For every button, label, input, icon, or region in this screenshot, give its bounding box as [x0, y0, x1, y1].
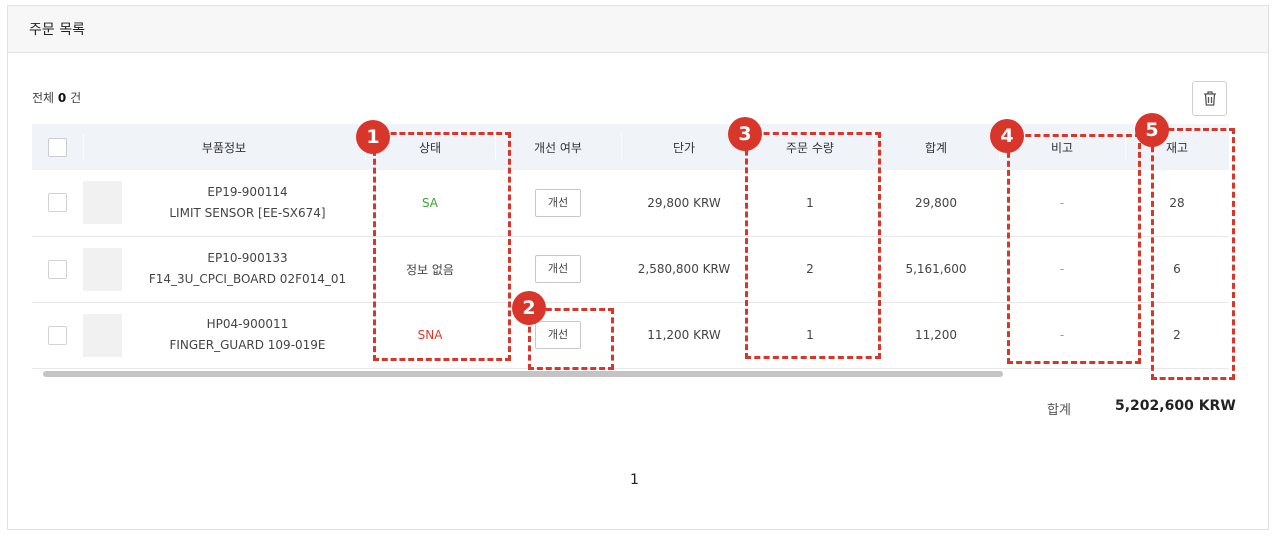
total-suffix: 건 — [70, 91, 82, 105]
grand-total-value: 5,202,600 KRW — [1115, 398, 1236, 414]
row-checkbox[interactable] — [48, 325, 67, 345]
part-name: LIMIT SENSOR [EE-SX674] — [169, 205, 326, 220]
part-thumbnail — [83, 313, 122, 357]
annotation-box-stock — [1151, 128, 1235, 380]
header-part-info: 부품정보 — [83, 124, 365, 170]
part-thumbnail — [83, 247, 122, 291]
annotation-badge-5: 5 — [1135, 113, 1169, 147]
annotation-box-order-qty — [745, 132, 881, 359]
improve-button[interactable]: 개선 — [535, 255, 581, 283]
row-checkbox[interactable] — [48, 259, 67, 279]
unit-price-cell: 11,200 KRW — [621, 302, 747, 369]
horizontal-scrollbar[interactable] — [43, 371, 1003, 377]
improve-cell: 개선 — [495, 170, 621, 237]
header-subtotal: 합계 — [873, 124, 999, 170]
subtotal-cell: 5,161,600 — [873, 236, 999, 303]
part-name: FINGER_GUARD 109-019E — [169, 338, 326, 352]
panel-title-text: 주문 목록 — [29, 22, 85, 38]
annotation-box-note — [1007, 134, 1141, 364]
part-info-cell: EP19-900114 LIMIT SENSOR [EE-SX674] — [83, 170, 365, 237]
annotation-box-status — [373, 132, 511, 361]
total-count: 전체 0 건 — [32, 89, 81, 106]
unit-price-cell: 29,800 KRW — [621, 170, 747, 237]
pagination-current-page[interactable]: 1 — [630, 472, 639, 488]
row-checkbox[interactable] — [48, 193, 67, 213]
annotation-badge-2: 2 — [512, 291, 546, 325]
header-improve: 개선 여부 — [495, 124, 621, 170]
part-thumbnail — [83, 181, 122, 225]
annotation-badge-1: 1 — [356, 120, 390, 154]
total-prefix: 전체 — [32, 91, 55, 105]
grand-total-label: 합계 — [1047, 403, 1071, 418]
row-select-cell — [32, 170, 83, 237]
subtotal-cell: 11,200 — [873, 302, 999, 369]
header-select-all — [32, 124, 83, 170]
part-name: F14_3U_CPCI_BOARD 02F014_01 — [148, 272, 347, 286]
row-select-cell — [32, 236, 83, 303]
part-info-cell: HP04-900011 FINGER_GUARD 109-019E — [83, 302, 365, 369]
subtotal-cell: 29,800 — [873, 170, 999, 237]
annotation-badge-3: 3 — [728, 117, 762, 151]
part-code: EP19-900114 — [207, 184, 288, 199]
improve-cell: 개선 — [495, 236, 621, 303]
total-count-value: 0 — [57, 91, 67, 105]
row-select-cell — [32, 302, 83, 369]
delete-button[interactable] — [1192, 81, 1227, 116]
part-info-cell: EP10-900133 F14_3U_CPCI_BOARD 02F014_01 — [83, 236, 365, 303]
annotation-badge-4: 4 — [990, 119, 1024, 153]
trash-icon — [1203, 91, 1216, 106]
unit-price-cell: 2,580,800 KRW — [621, 236, 747, 303]
panel-title: 주문 목록 — [8, 6, 1268, 53]
part-code: HP04-900011 — [206, 317, 289, 331]
improve-button[interactable]: 개선 — [535, 188, 581, 217]
select-all-checkbox[interactable] — [48, 137, 67, 157]
part-code: EP10-900133 — [207, 251, 288, 265]
